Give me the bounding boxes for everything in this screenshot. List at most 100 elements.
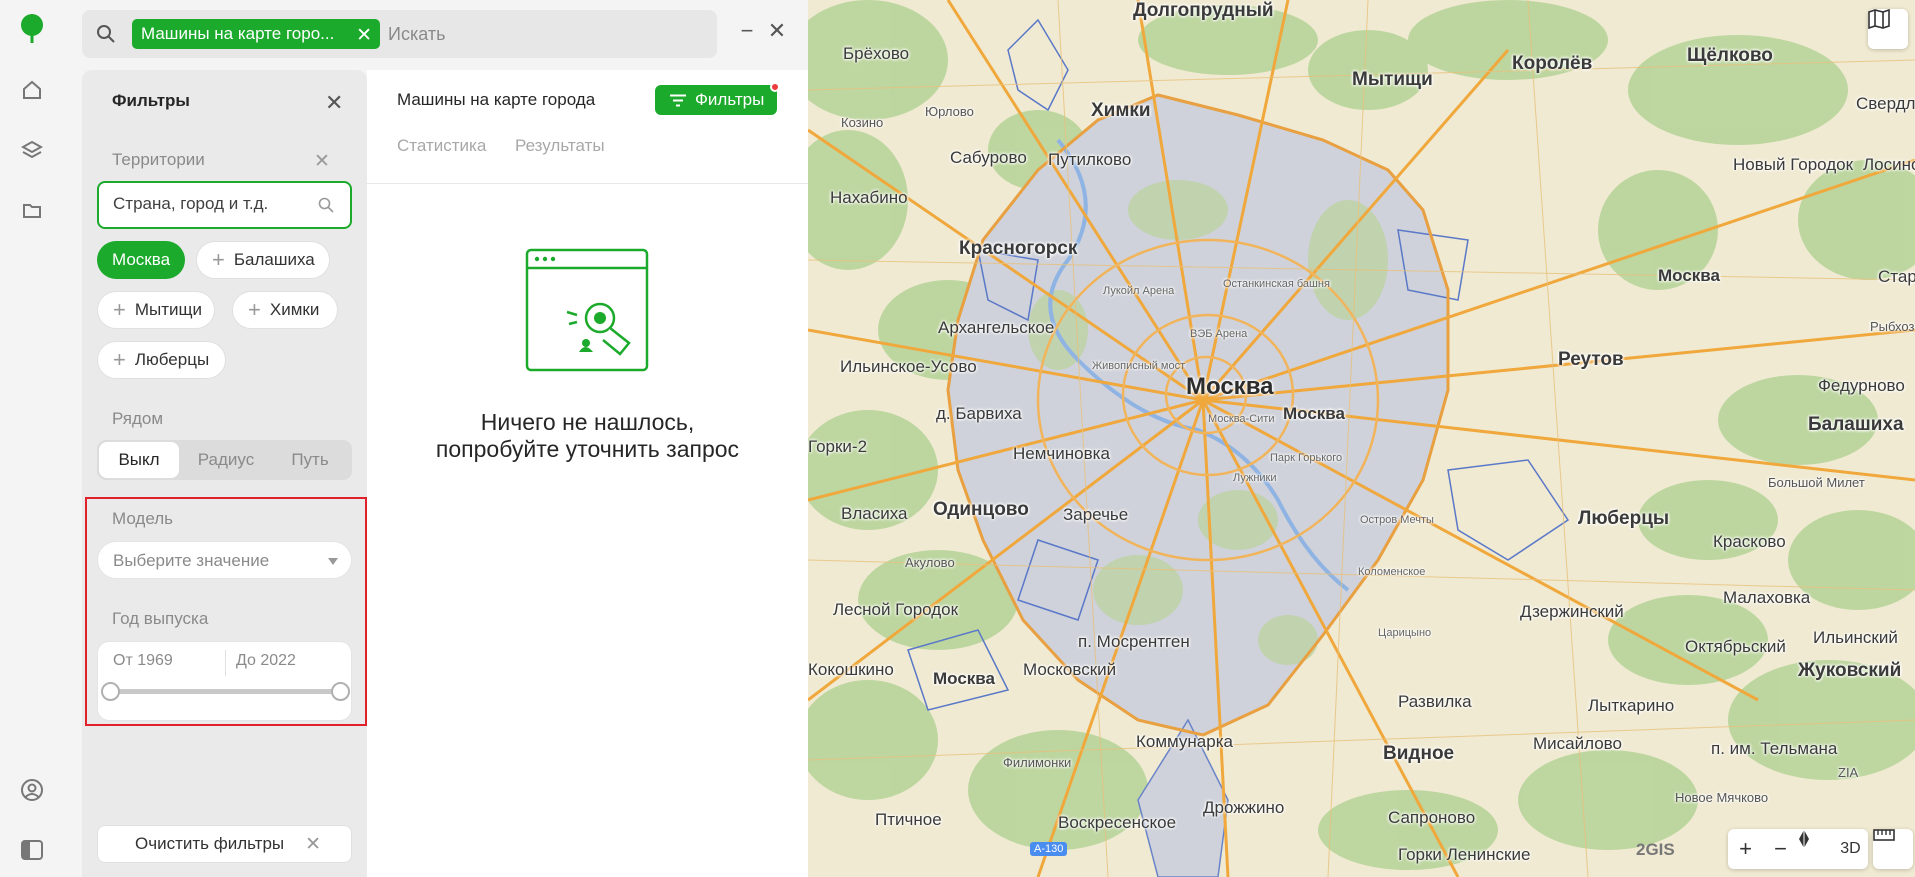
map-label-poi: Лужники: [1233, 472, 1277, 484]
map-label-poi: ВЭБ Арена: [1190, 328, 1248, 340]
map-label-town: Мисайлово: [1533, 734, 1622, 753]
highlight-box: [85, 497, 367, 726]
search-query-chip[interactable]: Машины на карте горо... ✕: [132, 19, 380, 49]
map-label-town: Птичное: [875, 810, 942, 829]
map-label-city: Москва: [1658, 266, 1720, 285]
map-label-poi: Москва-Сити: [1208, 413, 1275, 425]
map-label-poi: Остров Мечты: [1360, 514, 1434, 526]
zoom-out-button[interactable]: −: [1763, 829, 1798, 869]
territories-clear-icon[interactable]: ✕: [314, 150, 330, 173]
empty-state-line1: Ничего не нашлось,: [480, 409, 695, 435]
road-number-badge: А-130: [1030, 842, 1068, 856]
tab-results[interactable]: Результаты: [515, 136, 605, 156]
map-label-poi: Коломенское: [1358, 566, 1426, 578]
map-label-city: Мытищи: [1352, 69, 1433, 90]
notification-dot: [770, 82, 780, 92]
search-query-chip-label: Машины на карте горо...: [141, 24, 335, 43]
filters-panel: Фильтры ✕ Территории ✕ Москва + Балашиха…: [82, 70, 367, 877]
map-label-town: Лесной Городок: [833, 600, 959, 619]
results-panel: Машины на карте города Фильтры Статистик…: [367, 70, 808, 877]
empty-state-line2: попробуйте уточнить запрос: [435, 436, 740, 462]
map-label-town: Дрожжино: [1203, 798, 1285, 817]
map-label-town: Октябрьский: [1685, 637, 1786, 656]
map-label-town: Путилково: [1048, 150, 1132, 169]
city-chip-add[interactable]: + Мытищи: [97, 291, 215, 329]
folder-icon[interactable]: [17, 195, 47, 225]
city-chip-label: Химки: [269, 300, 320, 319]
map-label-village: Новое Мячково: [1675, 790, 1769, 805]
tab-statistics[interactable]: Статистика: [397, 136, 486, 156]
search-bar: Машины на карте горо... ✕: [82, 10, 717, 58]
filter-icon: [670, 94, 686, 107]
minimize-panel-icon[interactable]: −: [736, 18, 758, 43]
user-profile-icon[interactable]: [17, 775, 47, 805]
divider: [367, 183, 808, 184]
filters-close-icon[interactable]: ✕: [325, 90, 343, 116]
ruler-icon[interactable]: [1873, 829, 1913, 869]
city-chip-label: Мытищи: [134, 300, 203, 319]
map-zoom-controls: + − 3D: [1728, 829, 1868, 869]
map-label-town: Ильинский: [1813, 628, 1898, 647]
layers-icon[interactable]: [17, 135, 47, 165]
search-input[interactable]: [388, 22, 688, 46]
map-label-city: Реутов: [1558, 349, 1624, 370]
map-label-city: Люберцы: [1578, 508, 1670, 529]
map-label-city: Балашиха: [1808, 414, 1904, 435]
map-label-town: Немчиновка: [1013, 444, 1110, 463]
map-label-town: Красково: [1713, 532, 1786, 551]
city-chip-label: Люберцы: [134, 350, 210, 369]
filters-toggle-label: Фильтры: [695, 90, 765, 109]
map-label-town: Свердлово: [1856, 94, 1915, 113]
filters-toggle-button[interactable]: Фильтры: [655, 82, 780, 115]
map-label-village: Рыбхоз: [1870, 319, 1915, 334]
map-layers-icon[interactable]: [1868, 9, 1908, 49]
search-icon: [318, 197, 334, 218]
map-label-city: Одинцово: [933, 499, 1029, 520]
city-chip-add[interactable]: + Люберцы: [97, 341, 226, 379]
search-icon: [96, 24, 116, 49]
map-label-town: Заречье: [1063, 505, 1129, 524]
map-label-village: Козино: [841, 115, 884, 130]
nearby-option-off[interactable]: Выкл: [99, 442, 179, 478]
close-panel-icon[interactable]: ✕: [766, 18, 788, 43]
city-chip-add[interactable]: + Химки: [232, 291, 338, 329]
map-label-poi: Останкинская башня: [1223, 278, 1330, 290]
left-rail: [0, 0, 66, 877]
map-label-town: Старая: [1878, 267, 1915, 286]
home-icon[interactable]: [17, 75, 47, 105]
logo-tree-icon[interactable]: [17, 14, 47, 44]
map-label-city: Щёлково: [1687, 45, 1773, 66]
nearby-option-radius[interactable]: Радиус: [183, 440, 269, 480]
clear-filters-label: Очистить фильтры: [135, 834, 285, 853]
map-label-town: Новый Городок: [1733, 155, 1854, 174]
map-label-town: Ильинское-Усово: [840, 357, 977, 376]
plus-icon: +: [113, 297, 126, 322]
zoom-in-button[interactable]: +: [1728, 829, 1763, 869]
map-label-town: Московский: [1023, 660, 1117, 679]
map-label-city: Москва: [1186, 373, 1274, 400]
map-label-poi: Живописный мост: [1092, 360, 1186, 372]
territory-input[interactable]: [113, 194, 313, 214]
panel-toggle-icon[interactable]: [17, 835, 47, 865]
empty-search-illustration: [525, 248, 650, 378]
territory-search-field[interactable]: [97, 181, 352, 229]
filters-title: Фильтры: [112, 91, 190, 110]
map-label-town: п. Мосрентген: [1078, 632, 1190, 651]
chip-remove-icon[interactable]: ✕: [356, 24, 372, 47]
map-label-village: Акулово: [905, 555, 955, 570]
map-label-city: Долгопрудный: [1133, 0, 1274, 21]
map-label-city: Жуковский: [1798, 660, 1902, 681]
nearby-option-path[interactable]: Путь: [269, 440, 351, 480]
city-chip-add[interactable]: + Балашиха: [196, 241, 330, 279]
territories-label: Территории: [112, 150, 205, 169]
clear-filters-button[interactable]: Очистить фильтры ✕: [97, 825, 352, 863]
mode-3d-button[interactable]: 3D: [1833, 829, 1868, 869]
compass-icon[interactable]: [1798, 829, 1833, 869]
city-chip-label: Балашиха: [233, 250, 315, 269]
map-label-town: Малаховка: [1723, 588, 1811, 607]
city-chip-selected[interactable]: Москва: [97, 241, 185, 279]
map-view[interactable]: Москва Москва Москва Москва Долгопрудный…: [808, 0, 1915, 877]
map-label-village: Юрлово: [925, 104, 974, 119]
city-chip-label: Москва: [112, 250, 171, 269]
map-label-town: Горки Ленинские: [1398, 845, 1531, 864]
